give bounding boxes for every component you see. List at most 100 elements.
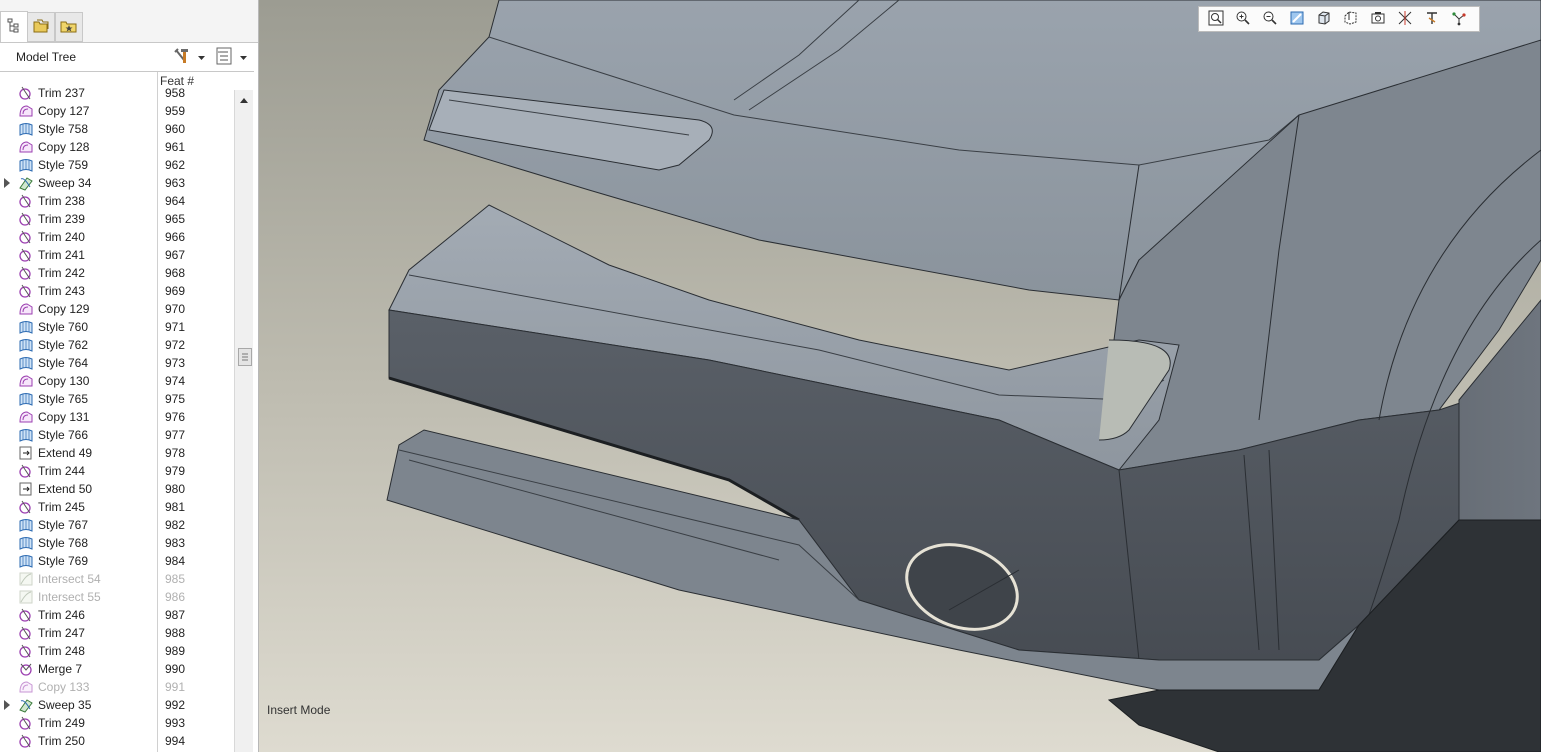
sweep-icon — [18, 697, 34, 713]
tree-row[interactable]: Trim 239 965 — [0, 210, 234, 228]
annotation-display-button[interactable] — [1421, 9, 1443, 29]
feature-number: 982 — [165, 518, 186, 532]
tree-row[interactable]: Trim 237 958 — [0, 85, 234, 102]
feature-name: Trim 248 — [38, 644, 85, 658]
tree-row[interactable]: Style 765 975 — [0, 390, 234, 408]
tree-row[interactable]: Copy 130 974 — [0, 372, 234, 390]
tree-row[interactable]: Trim 238 964 — [0, 192, 234, 210]
feature-name: Sweep 34 — [38, 176, 92, 190]
show-menu-button[interactable] — [216, 47, 247, 67]
view-manager-button[interactable] — [1367, 9, 1389, 29]
navigator-tab-strip — [0, 0, 258, 43]
tab-model-tree[interactable] — [0, 11, 28, 42]
merge-icon — [18, 661, 34, 677]
feature-number: 977 — [165, 428, 186, 442]
feature-name: Extend 50 — [38, 482, 93, 496]
tree-row[interactable]: Sweep 35 992 — [0, 696, 234, 714]
style-icon — [18, 355, 34, 371]
refit-button[interactable] — [1205, 9, 1227, 29]
tree-row[interactable]: Copy 131 976 — [0, 408, 234, 426]
feature-name: Style 758 — [38, 122, 89, 136]
spin-center-button[interactable] — [1448, 9, 1470, 29]
display-style-button[interactable] — [1313, 9, 1335, 29]
zoom-in-icon — [1235, 10, 1251, 29]
feature-number: 985 — [165, 572, 186, 586]
feature-number: 960 — [165, 122, 186, 136]
feature-number: 988 — [165, 626, 186, 640]
tree-row[interactable]: Style 760 971 — [0, 318, 234, 336]
tree-row[interactable]: Trim 241 967 — [0, 246, 234, 264]
repaint-button[interactable] — [1286, 9, 1308, 29]
tree-row[interactable]: Trim 245 981 — [0, 498, 234, 516]
tree-row[interactable]: Trim 247 988 — [0, 624, 234, 642]
style-icon — [18, 535, 34, 551]
tree-row[interactable]: Style 769 984 — [0, 552, 234, 570]
list-icon — [216, 47, 234, 68]
tree-row[interactable]: Style 768 983 — [0, 534, 234, 552]
tree-row[interactable]: Style 766 977 — [0, 426, 234, 444]
feature-number: 992 — [165, 698, 186, 712]
insert-mode-label: Insert Mode — [267, 703, 331, 717]
tab-folder-browser[interactable] — [27, 12, 55, 42]
feature-number: 962 — [165, 158, 186, 172]
scroll-up-button[interactable] — [235, 90, 253, 108]
tree-row[interactable]: Style 764 973 — [0, 354, 234, 372]
trim-icon — [18, 283, 34, 299]
zoom-out-button[interactable] — [1259, 9, 1281, 29]
feature-number: 969 — [165, 284, 186, 298]
feature-number: 971 — [165, 320, 186, 334]
tree-row[interactable]: Trim 246 987 — [0, 606, 234, 624]
tree-row[interactable]: Trim 249 993 — [0, 714, 234, 732]
tree-row[interactable]: Copy 127 959 — [0, 102, 234, 120]
feature-number: 984 — [165, 554, 186, 568]
feature-name: Copy 130 — [38, 374, 90, 388]
tree-scrollbar[interactable] — [234, 90, 253, 752]
feature-number: 981 — [165, 500, 186, 514]
feature-name: Trim 247 — [38, 626, 85, 640]
refit-icon — [1208, 10, 1224, 29]
expand-arrow-icon[interactable] — [4, 178, 10, 188]
tree-row[interactable]: Trim 240 966 — [0, 228, 234, 246]
tree-row[interactable]: Style 759 962 — [0, 156, 234, 174]
tree-row[interactable]: Trim 250 994 — [0, 732, 234, 750]
zoom-in-button[interactable] — [1232, 9, 1254, 29]
copy-icon — [18, 139, 34, 155]
tree-row[interactable]: Copy 133 991 — [0, 678, 234, 696]
tree-row[interactable]: Trim 248 989 — [0, 642, 234, 660]
tree-row[interactable]: Extend 49 978 — [0, 444, 234, 462]
graphics-window[interactable] — [259, 0, 1541, 752]
feature-name: Copy 133 — [38, 680, 90, 694]
style-icon — [18, 553, 34, 569]
sweep-icon — [18, 175, 34, 191]
tab-favorites[interactable] — [55, 12, 83, 42]
extend-icon — [18, 481, 34, 497]
feature-number: 990 — [165, 662, 186, 676]
car-front-bumper-model[interactable] — [259, 0, 1541, 752]
tree-row[interactable]: Trim 243 969 — [0, 282, 234, 300]
saved-views-button[interactable] — [1340, 9, 1362, 29]
tree-row[interactable]: Copy 129 970 — [0, 300, 234, 318]
tree-row[interactable]: Copy 128 961 — [0, 138, 234, 156]
repaint-icon — [1289, 10, 1305, 29]
tree-row[interactable]: Trim 242 968 — [0, 264, 234, 282]
feature-number: 978 — [165, 446, 186, 460]
style-icon — [18, 121, 34, 137]
feature-name: Style 762 — [38, 338, 89, 352]
style-icon — [18, 337, 34, 353]
settings-menu-button[interactable] — [172, 47, 205, 67]
tree-row[interactable]: Trim 244 979 — [0, 462, 234, 480]
expand-arrow-icon[interactable] — [4, 700, 10, 710]
feature-number: 970 — [165, 302, 186, 316]
tree-row[interactable]: Style 758 960 — [0, 120, 234, 138]
tree-row[interactable]: Sweep 34 963 — [0, 174, 234, 192]
tree-row[interactable]: Intersect 55 986 — [0, 588, 234, 606]
datum-display-button[interactable] — [1394, 9, 1416, 29]
scroll-thumb[interactable] — [238, 348, 252, 366]
tree-row[interactable]: Style 762 972 — [0, 336, 234, 354]
tree-row[interactable]: Intersect 54 985 — [0, 570, 234, 588]
trim-icon — [18, 193, 34, 209]
tree-row[interactable]: Extend 50 980 — [0, 480, 234, 498]
feature-name: Copy 128 — [38, 140, 90, 154]
tree-row[interactable]: Merge 7 990 — [0, 660, 234, 678]
tree-row[interactable]: Style 767 982 — [0, 516, 234, 534]
